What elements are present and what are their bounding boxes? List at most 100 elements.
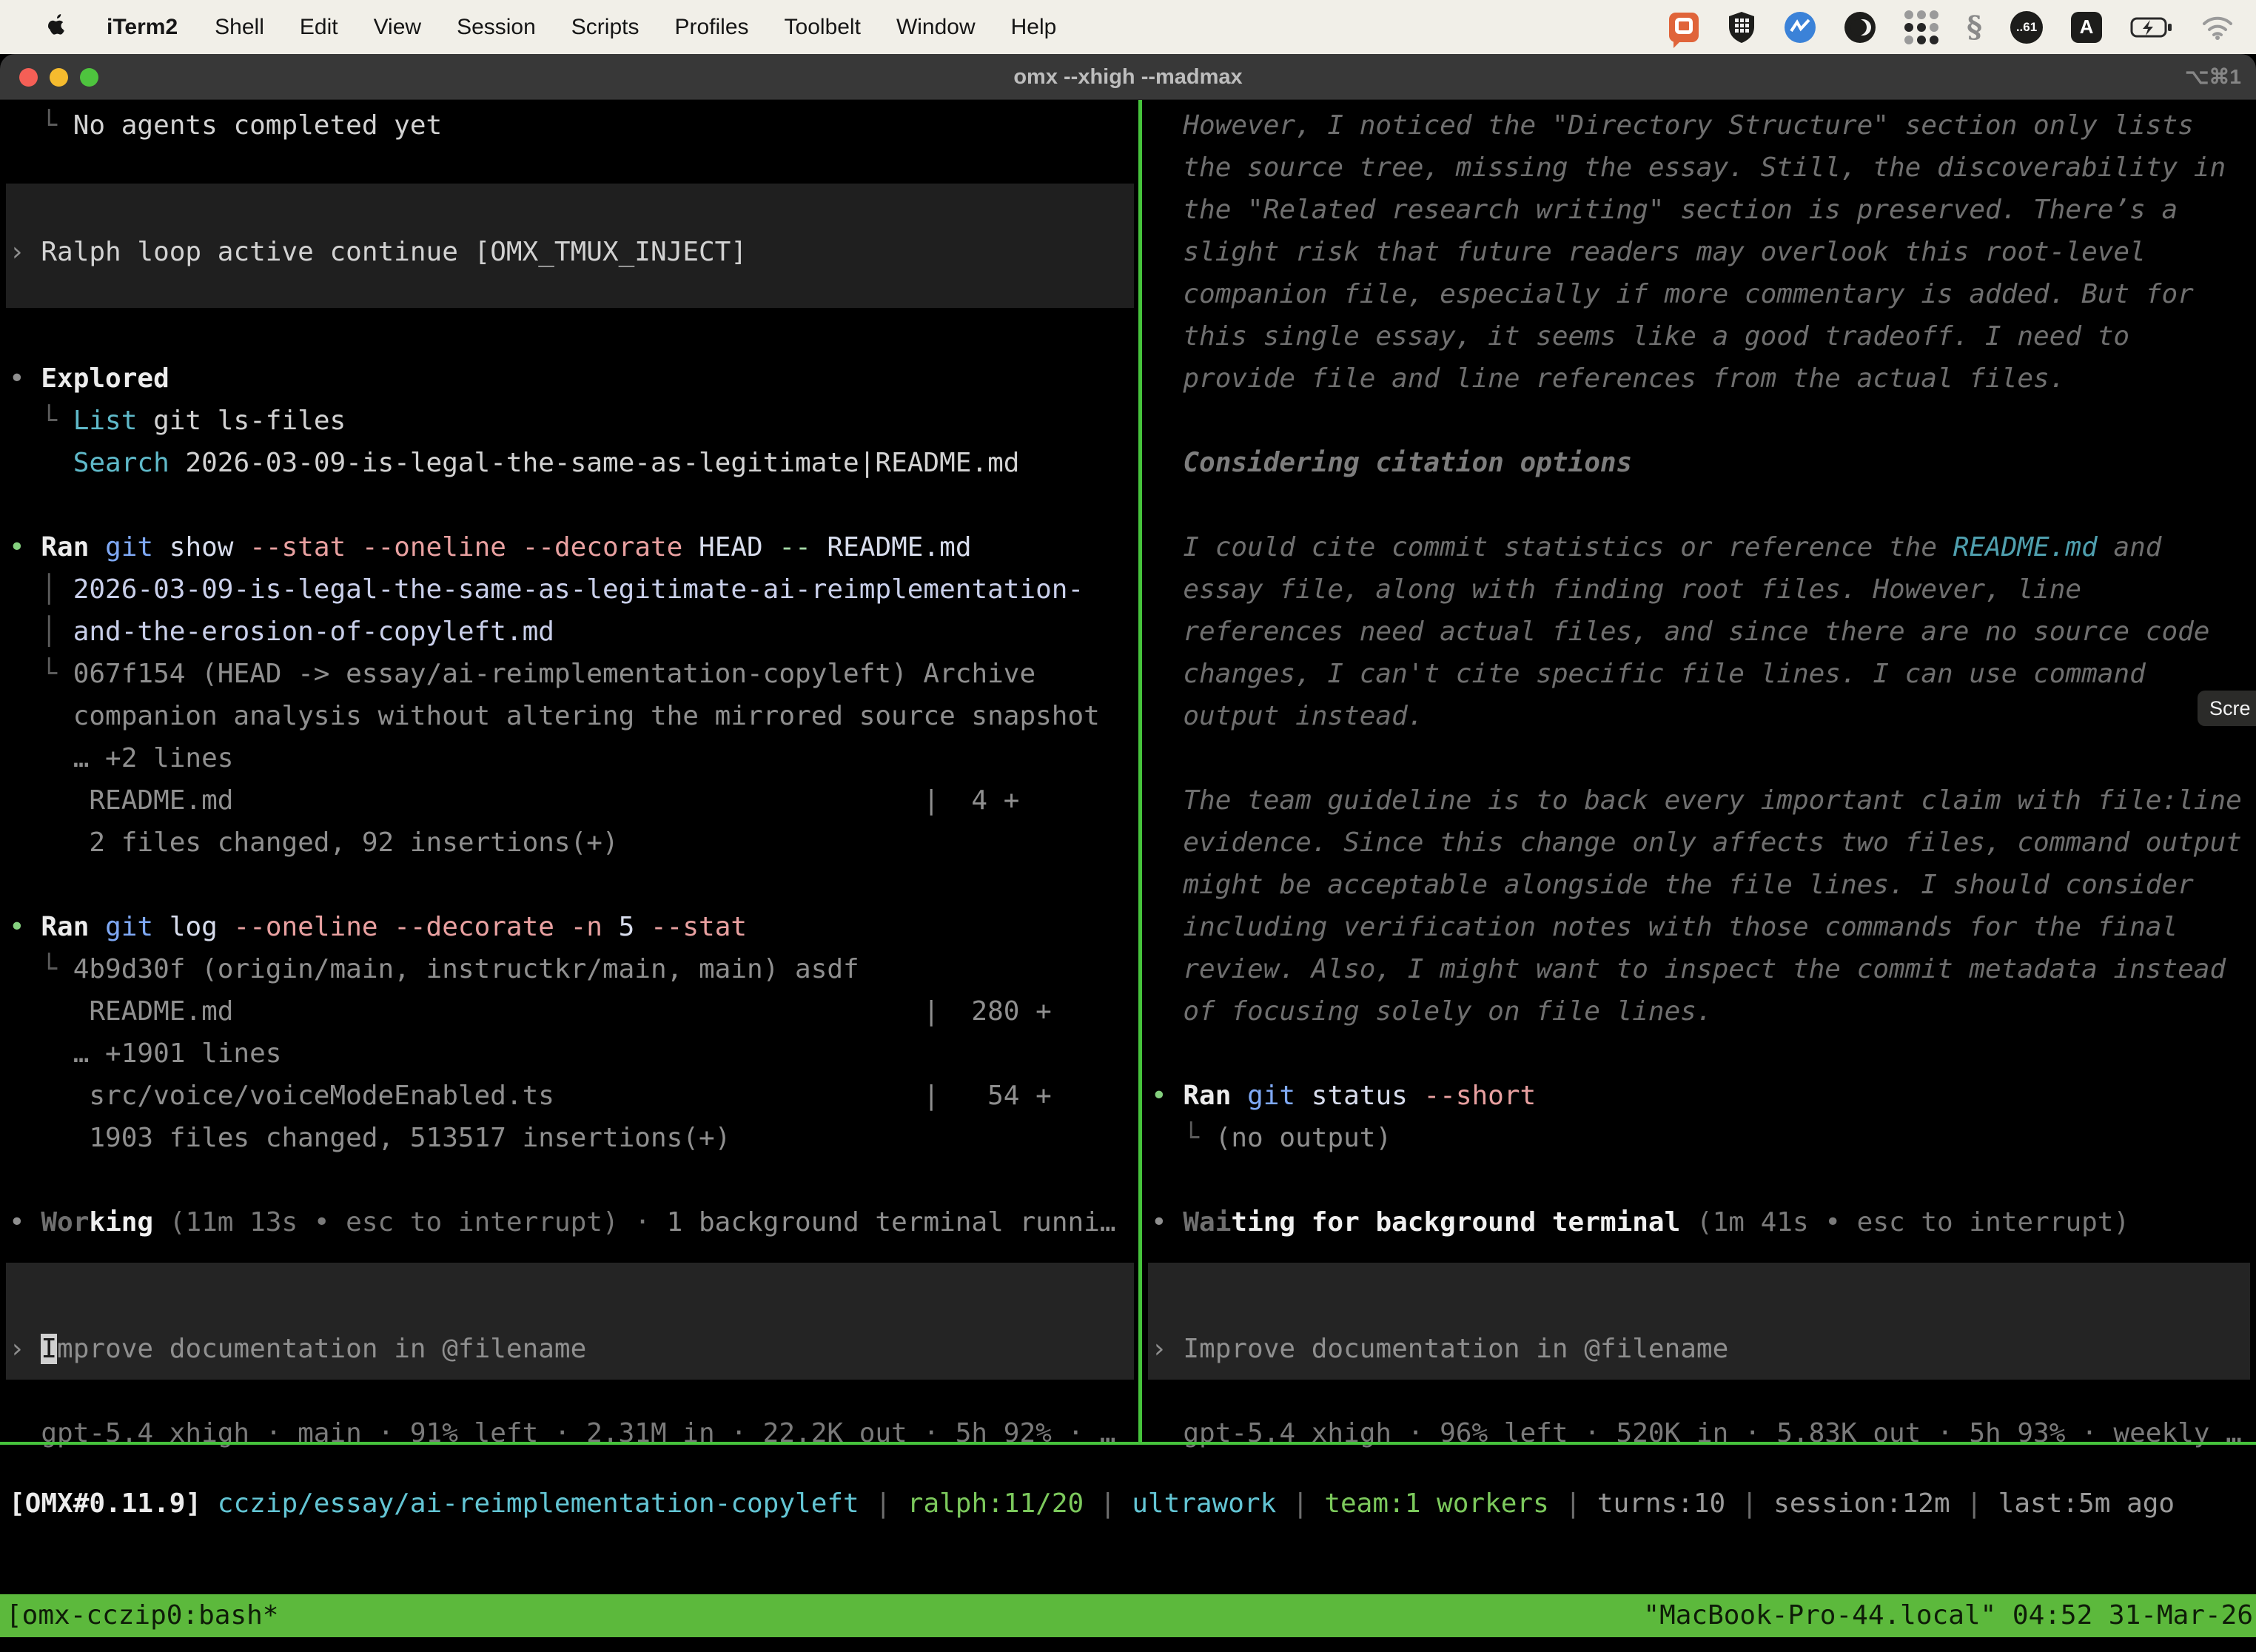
- terminal-line: … +2 lines: [9, 737, 1137, 779]
- moon-app-icon[interactable]: [1844, 11, 1876, 44]
- window-titlebar[interactable]: omx --xhigh --madmax ⌥⌘1: [0, 54, 2256, 100]
- terminal-line: [9, 315, 1137, 357]
- terminal-line: [1151, 484, 2255, 526]
- terminal-line: provide file and line references from th…: [1151, 357, 2255, 400]
- menu-bar: iTerm2 Shell Edit View Session Scripts P…: [0, 0, 2256, 54]
- terminal-line: └ No agents completed yet: [9, 104, 1137, 147]
- terminal-line: [9, 484, 1137, 526]
- terminal-line: › Improve documentation in @filename: [9, 1328, 1137, 1370]
- terminal-line: Considering citation options: [1151, 442, 2255, 484]
- tmux-session-label[interactable]: [omx-cczip0:bash*: [6, 1594, 278, 1637]
- right-pane[interactable]: However, I noticed the "Directory Struct…: [1151, 104, 2255, 1454]
- terminal-line: the "Related research writing" section i…: [1151, 189, 2255, 231]
- terminal-line: README.md | 4 +: [9, 779, 1137, 822]
- battery-charging-icon[interactable]: [2130, 16, 2173, 38]
- terminal-line: └ List git ls-files: [9, 400, 1137, 442]
- terminal-line: … +1901 lines: [9, 1032, 1137, 1075]
- terminal-line: │ and-the-erosion-of-copyleft.md: [9, 611, 1137, 653]
- terminal-line: gpt-5.4 xhigh · main · 91% left · 2.31M …: [9, 1412, 1137, 1454]
- terminal-line: [1151, 737, 2255, 779]
- window-shortcut-badge: ⌥⌘1: [2185, 54, 2241, 100]
- terminal-line: the source tree, missing the essay. Stil…: [1151, 147, 2255, 189]
- menu-item-edit[interactable]: Edit: [282, 15, 356, 40]
- wifi-icon[interactable]: [2201, 15, 2234, 40]
- terminal-line: slight risk that future readers may over…: [1151, 231, 2255, 273]
- terminal-line: • Ran git show --stat --oneline --decora…: [9, 526, 1137, 568]
- terminal-line: › Ralph loop active continue [OMX_TMUX_I…: [9, 231, 1137, 273]
- terminal-line: companion analysis without altering the …: [9, 695, 1137, 737]
- terminal-line: src/voice/voiceModeEnabled.ts | 54 +: [9, 1075, 1137, 1117]
- pulse-app-icon[interactable]: [1785, 12, 1816, 43]
- terminal-line: [1151, 1159, 2255, 1201]
- assistant-a-icon[interactable]: A: [2071, 12, 2102, 43]
- terminal-line: › Improve documentation in @filename: [1151, 1328, 2255, 1370]
- terminal-line: including verification notes with those …: [1151, 906, 2255, 948]
- terminal-line: essay file, along with finding root file…: [1151, 568, 2255, 611]
- terminal-line: [OMX#0.11.9] cczip/essay/ai-reimplementa…: [9, 1483, 2175, 1525]
- terminal-line: [9, 1243, 1137, 1286]
- terminal-line: changes, I can't cite specific file line…: [1151, 653, 2255, 695]
- menu-item-help[interactable]: Help: [993, 15, 1075, 40]
- terminal-line: However, I noticed the "Directory Struct…: [1151, 104, 2255, 147]
- terminal-line: [9, 864, 1137, 906]
- menu-item-session[interactable]: Session: [439, 15, 554, 40]
- terminal-line: this single essay, it seems like a good …: [1151, 315, 2255, 357]
- terminal-line: Search 2026-03-09-is-legal-the-same-as-l…: [9, 442, 1137, 484]
- s-curve-icon[interactable]: §: [1967, 10, 1982, 44]
- tmux-status-bar: [omx-cczip0:bash* "MacBook-Pro-44.local"…: [0, 1594, 2256, 1637]
- terminal-line: evidence. Since this change only affects…: [1151, 822, 2255, 864]
- terminal-line: [9, 1286, 1137, 1328]
- terminal-line: output instead.: [1151, 695, 2255, 737]
- terminal-line: The team guideline is to back every impo…: [1151, 779, 2255, 822]
- terminal-line: 2 files changed, 92 insertions(+): [9, 822, 1137, 864]
- menu-item-shell[interactable]: Shell: [197, 15, 282, 40]
- terminal-line: README.md | 280 +: [9, 990, 1137, 1032]
- tmux-host-clock-label: "MacBook-Pro-44.local" 04:52 31-Mar-26: [1643, 1594, 2253, 1637]
- terminal-line: [1151, 1243, 2255, 1286]
- menu-item-view[interactable]: View: [356, 15, 439, 40]
- terminal-line: [9, 189, 1137, 231]
- terminal-line: └ 067f154 (HEAD -> essay/ai-reimplementa…: [9, 653, 1137, 695]
- menu-item-toolbelt[interactable]: Toolbelt: [767, 15, 879, 40]
- menu-item-window[interactable]: Window: [879, 15, 993, 40]
- terminal-line: └ 4b9d30f (origin/main, instructkr/main,…: [9, 948, 1137, 990]
- terminal-line: │ 2026-03-09-is-legal-the-same-as-legiti…: [9, 568, 1137, 611]
- iterm-window: omx --xhigh --madmax ⌥⌘1 └ No agents com…: [0, 54, 2256, 1652]
- terminal-line: might be acceptable alongside the file l…: [1151, 864, 2255, 906]
- chat-app-icon[interactable]: [1669, 13, 1699, 42]
- shield-icon[interactable]: [1727, 11, 1756, 44]
- terminal-area: └ No agents completed yet › Ralph loop ac…: [0, 100, 2256, 1651]
- terminal-line: [1151, 400, 2255, 442]
- omx-status-bar: [OMX#0.11.9] cczip/essay/ai-reimplementa…: [9, 1483, 2175, 1525]
- terminal-line: I could cite commit statistics or refere…: [1151, 526, 2255, 568]
- apple-icon: [47, 13, 67, 36]
- terminal-line: [9, 147, 1137, 189]
- terminal-line: └ (no output): [1151, 1117, 2255, 1159]
- terminal-line: • Waiting for background terminal (1m 41…: [1151, 1201, 2255, 1243]
- terminal-line: [1151, 1032, 2255, 1075]
- terminal-line: • Explored: [9, 357, 1137, 400]
- window-title: omx --xhigh --madmax: [0, 54, 2256, 100]
- terminal-line: 1903 files changed, 513517 insertions(+): [9, 1117, 1137, 1159]
- pane-divider[interactable]: [1138, 100, 1142, 1444]
- terminal-line: references need actual files, and since …: [1151, 611, 2255, 653]
- terminal-line: [9, 1159, 1137, 1201]
- terminal-line: [1151, 1286, 2255, 1328]
- screen-notification[interactable]: Scre: [2198, 691, 2256, 726]
- terminal-line: [9, 273, 1137, 315]
- apple-menu[interactable]: [30, 13, 84, 42]
- left-pane[interactable]: └ No agents completed yet › Ralph loop ac…: [9, 104, 1137, 1454]
- pane-bottom-border: [0, 1442, 2256, 1445]
- menu-item-profiles[interactable]: Profiles: [657, 15, 766, 40]
- terminal-line: of focusing solely on file lines.: [1151, 990, 2255, 1032]
- terminal-line: gpt-5.4 xhigh · 96% left · 520K in · 5.8…: [1151, 1412, 2255, 1454]
- dots-grid-icon[interactable]: [1904, 10, 1938, 44]
- terminal-line: [9, 1370, 1137, 1412]
- terminal-line: • Ran git log --oneline --decorate -n 5 …: [9, 906, 1137, 948]
- terminal-line: companion file, especially if more comme…: [1151, 273, 2255, 315]
- terminal-line: • Working (11m 13s • esc to interrupt) ·…: [9, 1201, 1137, 1243]
- menu-item-iterm2[interactable]: iTerm2: [84, 15, 197, 40]
- badge-61-icon[interactable]: ..61: [2010, 11, 2043, 44]
- menu-item-scripts[interactable]: Scripts: [554, 15, 657, 40]
- terminal-line: review. Also, I might want to inspect th…: [1151, 948, 2255, 990]
